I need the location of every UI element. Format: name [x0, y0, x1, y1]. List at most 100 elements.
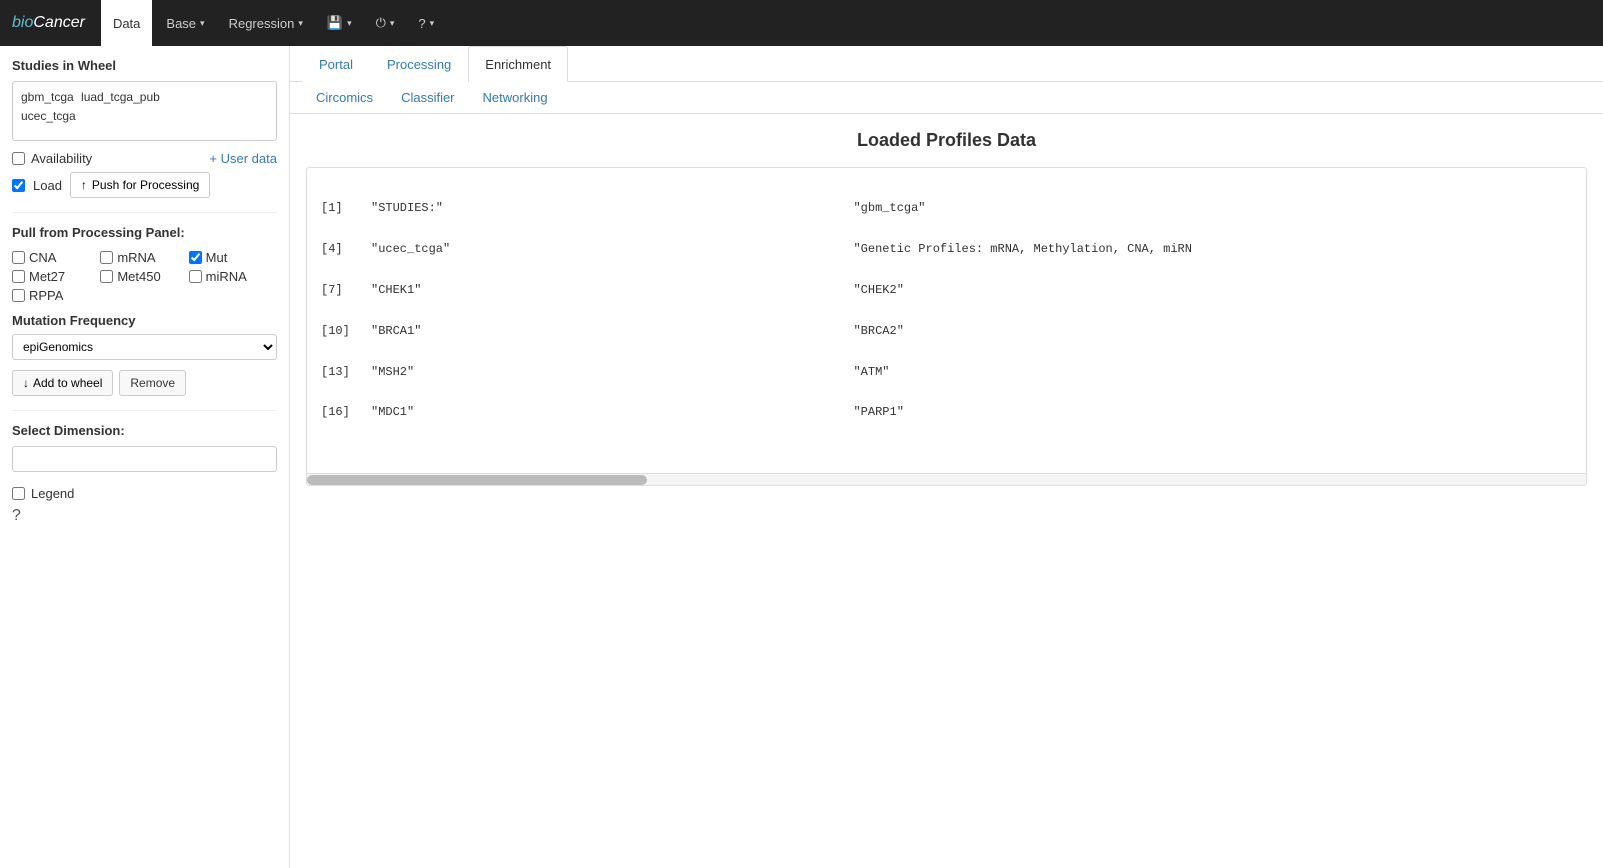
pull-section-title: Pull from Processing Panel:	[12, 225, 277, 240]
checkbox-rppa: RPPA	[12, 288, 100, 303]
mrna-checkbox[interactable]	[100, 251, 113, 264]
tab-classifier[interactable]: Classifier	[387, 82, 468, 113]
nav-base[interactable]: Base ▾	[156, 0, 214, 46]
rppa-label: RPPA	[29, 288, 63, 303]
add-to-wheel-button[interactable]: ↓ Add to wheel	[12, 370, 113, 396]
checkbox-cna: CNA	[12, 250, 100, 265]
divider-1	[12, 212, 277, 213]
scrollbar-thumb[interactable]	[307, 475, 647, 485]
index-13: [13]	[321, 362, 371, 382]
index-4: [4]	[321, 239, 371, 259]
mrna-label: mRNA	[117, 250, 155, 265]
regression-caret: ▾	[298, 18, 303, 29]
base-caret: ▾	[200, 18, 205, 29]
nav-data[interactable]: Data	[101, 0, 152, 46]
key-10: "BRCA1"	[371, 321, 853, 341]
key-4: "ucec_tcga"	[371, 239, 853, 259]
select-dimension-title: Select Dimension:	[12, 423, 277, 438]
dimension-input[interactable]	[12, 446, 277, 472]
table-row: [16] "MDC1" "PARP1"	[321, 402, 1572, 422]
main-layout: Studies in Wheel gbm_tcga luad_tcga_pub …	[0, 46, 1603, 868]
rppa-checkbox[interactable]	[12, 289, 25, 302]
nav-save[interactable]: 💾 ▾	[317, 0, 362, 46]
met27-label: Met27	[29, 269, 65, 284]
power-icon: ⏻	[376, 15, 386, 31]
table-row: [13] "MSH2" "ATM"	[321, 362, 1572, 382]
data-table[interactable]: [1] "STUDIES:" "gbm_tcga" [4] "ucec_tcga…	[306, 167, 1587, 486]
action-buttons: ↓ Add to wheel Remove	[12, 370, 277, 396]
tabs-primary: Portal Processing Enrichment	[290, 46, 1603, 82]
add-icon: ↓	[23, 376, 29, 390]
tab-circomics[interactable]: Circomics	[302, 82, 387, 113]
navbar: bioCancer Data Base ▾ Regression ▾ 💾 ▾ ⏻…	[0, 0, 1603, 46]
tabs-secondary: Circomics Classifier Networking	[290, 82, 1603, 114]
index-7: [7]	[321, 280, 371, 300]
cna-checkbox[interactable]	[12, 251, 25, 264]
loaded-profiles-title: Loaded Profiles Data	[306, 130, 1587, 151]
data-pre: [1] "STUDIES:" "gbm_tcga" [4] "ucec_tcga…	[307, 168, 1586, 473]
legend-checkbox[interactable]	[12, 487, 25, 500]
nav-regression[interactable]: Regression ▾	[219, 0, 313, 46]
study-luad-tcga: luad_tcga_pub	[81, 88, 160, 107]
power-caret: ▾	[390, 18, 395, 29]
mirna-label: miRNA	[206, 269, 247, 284]
mirna-checkbox[interactable]	[189, 270, 202, 283]
app-brand: bioCancer	[12, 14, 85, 32]
key-7: "CHEK1"	[371, 280, 853, 300]
cna-label: CNA	[29, 250, 56, 265]
val-4: "Genetic Profiles: mRNA, Methylation, CN…	[853, 239, 1191, 259]
legend-label: Legend	[31, 486, 74, 501]
brand-accent: bio	[12, 14, 33, 31]
push-icon: ↑	[81, 178, 87, 192]
data-display: Loaded Profiles Data [1] "STUDIES:" "gbm…	[290, 114, 1603, 868]
val-1: "gbm_tcga"	[853, 198, 925, 218]
checkbox-met27: Met27	[12, 269, 100, 284]
table-row: [7] "CHEK1" "CHEK2"	[321, 280, 1572, 300]
tab-networking[interactable]: Networking	[469, 82, 562, 113]
remove-button[interactable]: Remove	[119, 370, 186, 396]
table-row: [4] "ucec_tcga" "Genetic Profiles: mRNA,…	[321, 239, 1572, 259]
study-gbm-tcga: gbm_tcga	[21, 88, 74, 107]
table-row: [1] "STUDIES:" "gbm_tcga"	[321, 198, 1572, 218]
nav-power[interactable]: ⏻ ▾	[366, 0, 405, 46]
index-1: [1]	[321, 198, 371, 218]
tab-processing[interactable]: Processing	[370, 46, 468, 82]
help-icon: ?	[418, 16, 425, 31]
load-row: Load ↑ Push for Processing	[12, 172, 277, 198]
met27-checkbox[interactable]	[12, 270, 25, 283]
user-data-link[interactable]: + User data	[209, 151, 277, 166]
load-label: Load	[33, 178, 62, 193]
availability-checkbox[interactable]	[12, 152, 25, 165]
divider-2	[12, 410, 277, 411]
val-10: "BRCA2"	[853, 321, 903, 341]
nav-help[interactable]: ? ▾	[408, 0, 444, 46]
save-caret: ▾	[347, 18, 352, 29]
mutation-freq-label: Mutation Frequency	[12, 313, 277, 328]
mutation-freq-dropdown[interactable]: epiGenomics	[12, 334, 277, 360]
checkbox-mut: Mut	[189, 250, 277, 265]
studies-in-wheel-title: Studies in Wheel	[12, 58, 277, 73]
push-for-processing-button[interactable]: ↑ Push for Processing	[70, 172, 210, 198]
load-checkbox[interactable]	[12, 179, 25, 192]
studies-box: gbm_tcga luad_tcga_pub ucec_tcga	[12, 81, 277, 141]
index-16: [16]	[321, 402, 371, 422]
val-7: "CHEK2"	[853, 280, 903, 300]
key-13: "MSH2"	[371, 362, 853, 382]
availability-label: Availability	[31, 151, 92, 166]
met450-checkbox[interactable]	[100, 270, 113, 283]
val-16: "PARP1"	[853, 402, 903, 422]
tab-portal[interactable]: Portal	[302, 46, 370, 82]
question-mark: ?	[12, 507, 277, 525]
scrollbar-track[interactable]	[307, 473, 1586, 485]
checkboxes-grid: CNA mRNA Mut Met27 Met450 miRNA	[12, 250, 277, 303]
mut-checkbox[interactable]	[189, 251, 202, 264]
index-10: [10]	[321, 321, 371, 341]
key-16: "MDC1"	[371, 402, 853, 422]
legend-row: Legend	[12, 486, 277, 501]
val-13: "ATM"	[853, 362, 889, 382]
content-area: Portal Processing Enrichment Circomics C…	[290, 46, 1603, 868]
tab-enrichment[interactable]: Enrichment	[468, 46, 568, 82]
checkbox-met450: Met450	[100, 269, 188, 284]
met450-label: Met450	[117, 269, 160, 284]
key-1: "STUDIES:"	[371, 198, 853, 218]
